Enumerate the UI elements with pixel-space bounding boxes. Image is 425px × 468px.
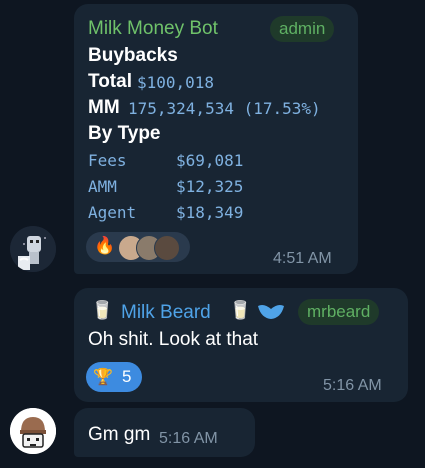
- knit-hat-avatar-icon: [10, 408, 56, 454]
- by-type-label: By Type: [88, 123, 161, 144]
- reaction-count: 5: [122, 367, 132, 386]
- user-avatar[interactable]: [10, 408, 56, 454]
- fire-emoji-icon: 🔥: [94, 236, 116, 255]
- sender-name[interactable]: Milk Money Bot: [88, 18, 218, 40]
- reaction-pill-trophy[interactable]: 🏆 5: [86, 362, 142, 392]
- type-row-name: Agent: [88, 203, 137, 222]
- total-label: Total: [88, 71, 132, 92]
- type-row-value: $18,349: [176, 203, 244, 222]
- total-value: $100,018: [137, 73, 215, 92]
- message-text: Oh shit. Look at that: [88, 329, 259, 350]
- type-row-value: $12,325: [176, 177, 244, 196]
- timestamp: 5:16 AM: [159, 430, 218, 447]
- admin-badge: admin: [270, 16, 335, 42]
- reactor-avatar: [154, 235, 180, 261]
- bot-avatar[interactable]: [10, 226, 56, 272]
- mm-value: 175,324,534 (17.53%): [128, 99, 321, 118]
- mm-label: MM: [88, 97, 120, 118]
- reaction-pill-fire[interactable]: 🔥: [86, 232, 190, 262]
- robot-avatar-icon: [10, 226, 56, 272]
- timestamp: 5:16 AM: [323, 377, 382, 394]
- message-title: Buybacks: [88, 45, 178, 66]
- timestamp: 4:51 AM: [273, 250, 332, 267]
- role-badge: mrbeard: [298, 299, 380, 325]
- trophy-emoji-icon: 🏆: [93, 369, 113, 386]
- milk-glass-icon: 🥛: [229, 300, 252, 320]
- sender-name[interactable]: Milk Beard: [121, 302, 211, 324]
- beard-icon: [256, 302, 286, 325]
- type-row-name: Fees: [88, 151, 127, 170]
- type-row-name: AMM: [88, 177, 117, 196]
- milk-glass-icon: 🥛: [91, 300, 114, 320]
- type-row-value: $69,081: [176, 151, 244, 170]
- message-text: Gm gm: [88, 424, 151, 445]
